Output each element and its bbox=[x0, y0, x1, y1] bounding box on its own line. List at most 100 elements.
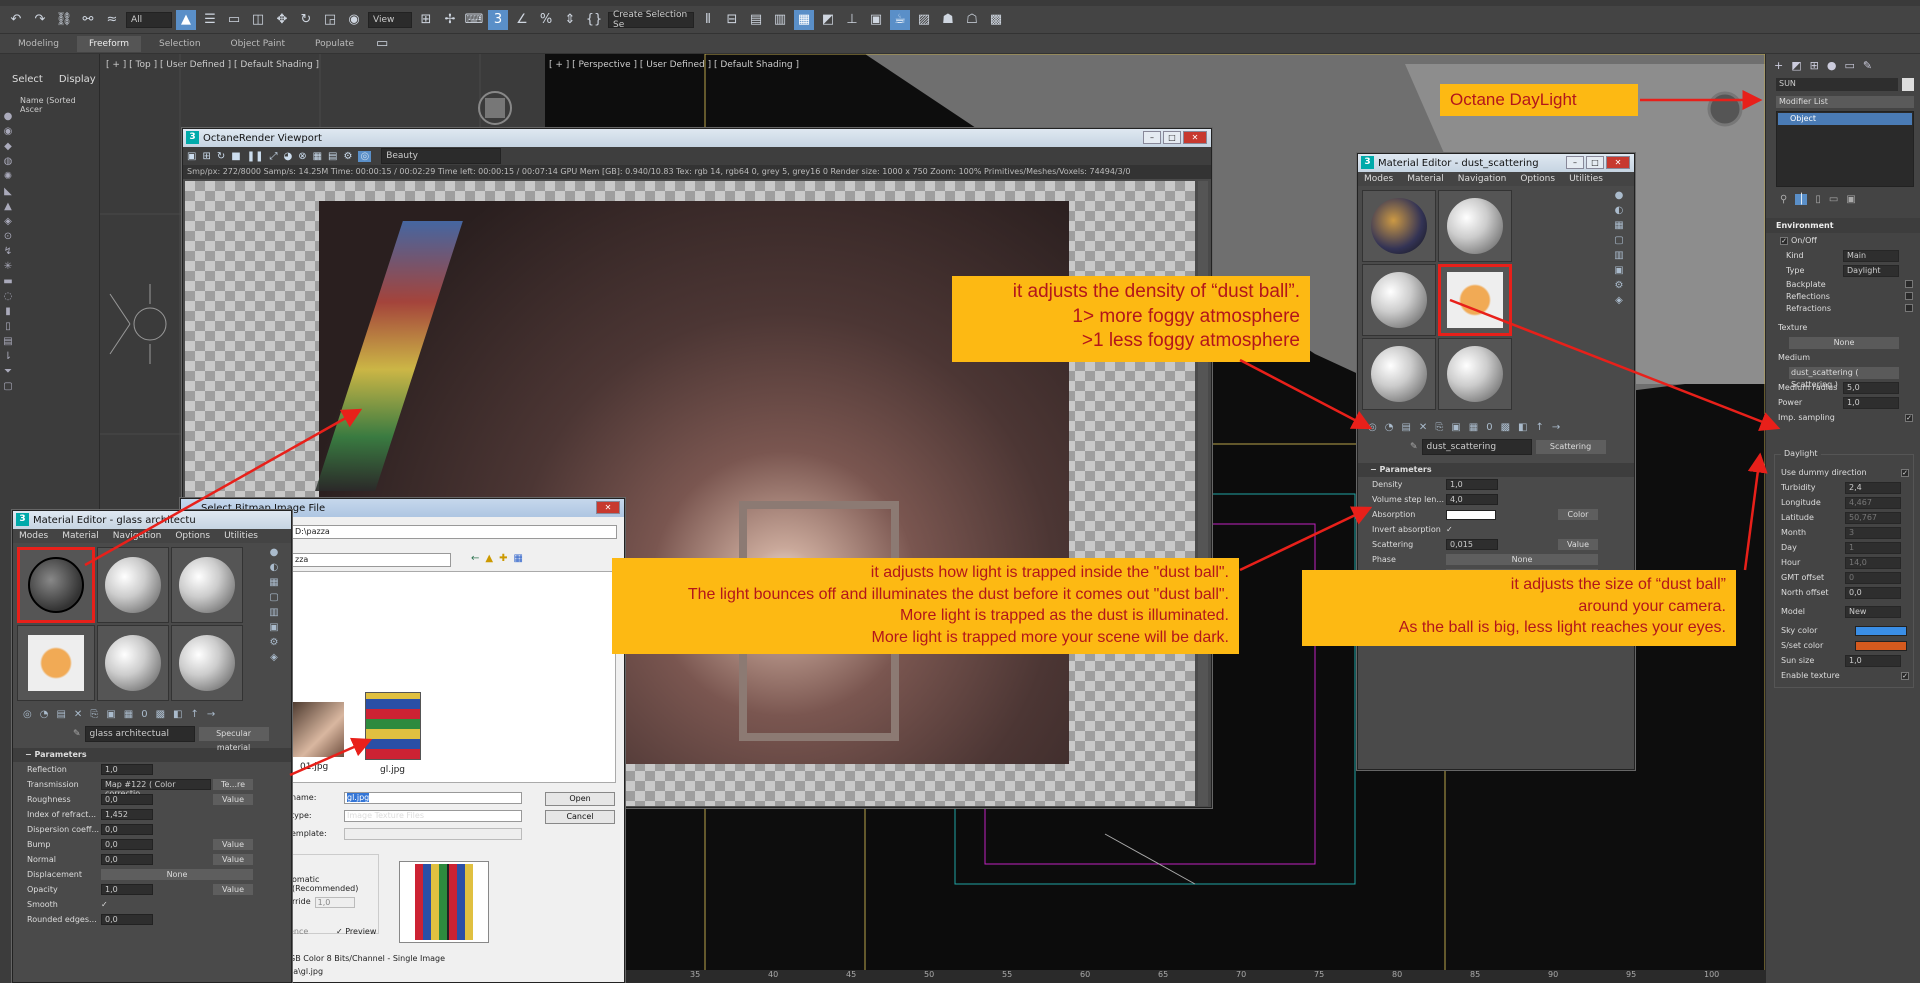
absorption-color-swatch[interactable] bbox=[1446, 509, 1496, 520]
utilities-tab-icon[interactable]: ✎ bbox=[1863, 59, 1872, 72]
region-icon[interactable]: ⤢ bbox=[269, 151, 277, 162]
put-to-library-icon[interactable]: ▦ bbox=[124, 709, 133, 720]
go-parent-icon[interactable]: ↑ bbox=[191, 709, 199, 720]
back-icon[interactable]: ← bbox=[471, 553, 479, 564]
dust-parameters-header[interactable]: − Parameters bbox=[1358, 463, 1634, 477]
sample-uv-icon[interactable]: ▢ bbox=[269, 592, 278, 603]
dust-slot-5[interactable] bbox=[1362, 338, 1436, 410]
invert-absorption-checkbox[interactable]: ✓ bbox=[1446, 525, 1453, 534]
dust-param-value[interactable]: 1,0 bbox=[1446, 479, 1498, 490]
medium-button[interactable]: dust_scattering ( Scattering ) bbox=[1789, 366, 1899, 389]
dust-select-by-material-icon[interactable]: ◈ bbox=[1615, 295, 1623, 306]
minimize-button[interactable]: – bbox=[1143, 131, 1161, 144]
select-manipulate-icon[interactable]: ✢ bbox=[440, 10, 460, 30]
model-select[interactable]: New bbox=[1845, 605, 1901, 618]
gamma-automatic-radio[interactable]: omatic (Recommended) bbox=[292, 875, 378, 893]
focus-icon[interactable]: ◎ bbox=[358, 150, 372, 162]
gamma-override-radio[interactable]: rride bbox=[292, 897, 311, 908]
dust-slot-2[interactable] bbox=[1438, 190, 1512, 262]
dust-show-end-icon[interactable]: ◧ bbox=[1518, 422, 1527, 433]
xrefs-filter-icon[interactable]: ↯ bbox=[2, 246, 14, 258]
create-tab-icon[interactable]: + bbox=[1774, 59, 1783, 72]
viewport-persp-label[interactable]: [ + ] [ Perspective ] [ User Defined ] [… bbox=[549, 60, 799, 70]
show-end-result-icon[interactable]: │ bbox=[1795, 194, 1808, 205]
find-icon[interactable]: ▢ bbox=[2, 381, 14, 393]
dust-type-button[interactable]: Scattering bbox=[1535, 440, 1606, 454]
shapes-filter-icon[interactable]: ◍ bbox=[2, 156, 14, 168]
dust-maximize-button[interactable]: □ bbox=[1586, 156, 1604, 169]
unlink-icon[interactable]: ⚯ bbox=[78, 10, 98, 30]
settings-icon[interactable]: ⚙ bbox=[343, 151, 352, 162]
options-icon[interactable]: ⚙ bbox=[270, 637, 279, 648]
show-end-icon[interactable]: ◧ bbox=[173, 709, 182, 720]
hierarchy-tab-icon[interactable]: ⊞ bbox=[1810, 59, 1819, 72]
template-select[interactable] bbox=[344, 828, 522, 840]
dust-eyedropper-icon[interactable]: ✎ bbox=[1410, 442, 1418, 452]
dust-backlight-icon[interactable]: ◐ bbox=[1615, 205, 1624, 216]
imp-sampling-checkbox[interactable]: ✓ bbox=[1905, 413, 1913, 422]
glass-menu-utilities[interactable]: Utilities bbox=[224, 531, 258, 541]
selection-filter-select[interactable]: All bbox=[126, 11, 172, 28]
dust-assign-icon[interactable]: ▤ bbox=[1401, 422, 1410, 433]
dust-param-value[interactable]: 4,0 bbox=[1446, 494, 1498, 505]
align-icon[interactable]: ⊟ bbox=[722, 10, 742, 30]
helpers-filter-icon[interactable]: ▲ bbox=[2, 201, 14, 213]
glass-slot-1[interactable] bbox=[17, 547, 95, 623]
daylight-row-value[interactable]: 1 bbox=[1845, 541, 1901, 554]
dust-reset-icon[interactable]: ✕ bbox=[1419, 422, 1427, 433]
file-name-gl[interactable]: gl.jpg bbox=[380, 765, 405, 775]
pin-stack-icon[interactable]: ⚲ bbox=[1780, 194, 1787, 205]
dust-slot-1[interactable] bbox=[1362, 190, 1436, 262]
glass-param-value[interactable]: 0,0 bbox=[101, 824, 153, 835]
dust-editor-title-bar[interactable]: 3 Material Editor - dust_scattering – □ ✕ bbox=[1358, 154, 1634, 172]
make-unique-icon[interactable]: ▣ bbox=[106, 709, 115, 720]
link-icon[interactable]: ⛓ bbox=[54, 10, 74, 30]
object-name-field[interactable]: SUN bbox=[1776, 78, 1898, 91]
dust-sibling-icon[interactable]: → bbox=[1552, 422, 1560, 433]
dust-sample-uv-icon[interactable]: ▢ bbox=[1614, 235, 1623, 246]
glass-editor-title-bar[interactable]: 3 Material Editor - glass architectu bbox=[13, 511, 291, 529]
layer-explorer-icon[interactable]: ▥ bbox=[770, 10, 790, 30]
pivot-icon[interactable]: ⊞ bbox=[416, 10, 436, 30]
refractions-checkbox[interactable] bbox=[1905, 304, 1913, 312]
glass-param-value[interactable]: 0,0 bbox=[101, 854, 153, 865]
clay-icon[interactable]: ▦ bbox=[313, 151, 322, 162]
tab-object-paint[interactable]: Object Paint bbox=[219, 36, 297, 52]
modify-tab-icon[interactable]: ◩ bbox=[1791, 59, 1801, 72]
dust-get-material-icon[interactable]: ◎ bbox=[1368, 422, 1377, 433]
tab-select[interactable]: Select bbox=[12, 74, 43, 85]
frozen-filter-icon[interactable]: ◌ bbox=[2, 291, 14, 303]
place-icon[interactable]: ◉ bbox=[344, 10, 364, 30]
mirror-icon[interactable]: ⫴ bbox=[698, 10, 718, 30]
window-crossing-icon[interactable]: ◫ bbox=[248, 10, 268, 30]
glass-menu-material[interactable]: Material bbox=[62, 531, 99, 541]
lock-icon[interactable]: ⊗ bbox=[298, 151, 306, 162]
reference-coord-select[interactable]: View bbox=[368, 11, 412, 28]
dust-preview-icon[interactable]: ▣ bbox=[1614, 265, 1623, 276]
undo-icon[interactable]: ↶ bbox=[6, 10, 26, 30]
dust-background-icon[interactable]: ▦ bbox=[1614, 220, 1623, 231]
thumb-01[interactable] bbox=[292, 702, 344, 757]
sample-type-icon[interactable]: ● bbox=[270, 547, 279, 558]
configure-sets-icon[interactable]: ▣ bbox=[1846, 194, 1855, 205]
history-select[interactable]: zza bbox=[291, 553, 451, 567]
background-icon[interactable]: ▦ bbox=[269, 577, 278, 588]
maximize-button[interactable]: □ bbox=[1163, 131, 1181, 144]
dust-slot-4[interactable] bbox=[1438, 264, 1512, 336]
reload-icon[interactable]: ⊞ bbox=[202, 151, 210, 162]
dust-library-icon[interactable]: ▦ bbox=[1469, 422, 1478, 433]
texture-button[interactable]: None bbox=[1789, 336, 1899, 349]
select-by-name-icon[interactable]: ☰ bbox=[200, 10, 220, 30]
dust-param-button[interactable]: Color bbox=[1558, 509, 1598, 520]
tab-populate[interactable]: Populate bbox=[303, 36, 366, 52]
glass-material-name[interactable]: glass architectual bbox=[84, 726, 195, 742]
file-dialog-close-button[interactable]: ✕ bbox=[596, 501, 620, 514]
containers-filter-icon[interactable]: ▬ bbox=[2, 276, 14, 288]
glass-param-value[interactable]: Map #122 ( Color correctio bbox=[101, 779, 211, 798]
backlight-icon[interactable]: ◐ bbox=[270, 562, 279, 573]
remove-modifier-icon[interactable]: ▭ bbox=[1829, 194, 1838, 205]
dust-menu-material[interactable]: Material bbox=[1407, 174, 1444, 184]
use-dummy-direction-checkbox[interactable]: ✓ bbox=[1901, 468, 1909, 477]
filter-icon[interactable]: ⏷ bbox=[2, 366, 14, 378]
show-shaded-icon[interactable]: ▩ bbox=[156, 709, 165, 720]
